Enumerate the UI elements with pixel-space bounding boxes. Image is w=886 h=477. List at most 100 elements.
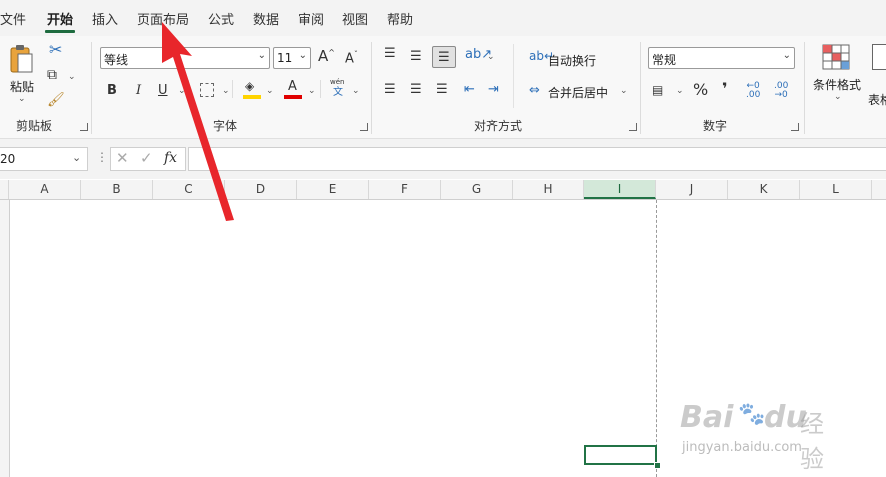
- paste-label[interactable]: 粘贴: [10, 78, 34, 95]
- increase-decimal-icon[interactable]: ←0.00: [746, 82, 760, 100]
- decrease-decimal-icon[interactable]: .00 →0: [774, 82, 788, 100]
- name-box-dropdown-icon[interactable]: ⌄: [72, 151, 81, 164]
- underline-dropdown-icon[interactable]: ⌄: [178, 86, 186, 96]
- decrease-indent-icon[interactable]: ⇤: [464, 83, 475, 96]
- accounting-format-icon[interactable]: ▤: [652, 84, 663, 96]
- menu-review[interactable]: 审阅: [298, 9, 324, 28]
- menu-view[interactable]: 视图: [342, 9, 368, 28]
- copy-dropdown-icon[interactable]: ⌄: [68, 72, 76, 82]
- formula-bar-grip-icon[interactable]: ⋮: [96, 150, 108, 164]
- formula-input[interactable]: [188, 147, 886, 171]
- column-header-row: ABCDEFGHIJKL: [0, 180, 886, 200]
- merge-center-button[interactable]: 合并后居中: [548, 84, 608, 101]
- column-header-a[interactable]: A: [9, 180, 81, 199]
- column-header-f[interactable]: F: [369, 180, 441, 199]
- underline-button[interactable]: U: [158, 84, 168, 97]
- merge-dropdown-icon[interactable]: ⌄: [620, 86, 628, 96]
- select-all-corner[interactable]: [0, 180, 9, 199]
- increase-font-icon[interactable]: A^: [318, 49, 335, 64]
- align-right-icon[interactable]: ☰: [436, 83, 448, 96]
- conditional-formatting-icon[interactable]: [822, 44, 850, 70]
- alignment-launcher-icon[interactable]: [629, 123, 637, 131]
- column-header-g[interactable]: G: [441, 180, 513, 199]
- fill-handle[interactable]: [654, 462, 661, 469]
- format-painter-icon[interactable]: 🖌: [47, 93, 65, 107]
- ribbon-separator: [804, 42, 805, 134]
- column-header-i[interactable]: I: [584, 180, 656, 199]
- align-middle-icon[interactable]: ☰: [410, 50, 422, 63]
- cut-icon[interactable]: ✂: [49, 42, 62, 58]
- number-format-select[interactable]: 常规 ⌄: [648, 47, 795, 69]
- column-header-j[interactable]: J: [656, 180, 728, 199]
- menu-page-layout[interactable]: 页面布局: [137, 9, 189, 28]
- watermark-url: jingyan.baidu.com: [682, 440, 802, 455]
- fill-color-icon[interactable]: ◈: [243, 80, 261, 100]
- clipboard-group-label: 剪贴板: [16, 119, 53, 133]
- paste-dropdown-icon[interactable]: ⌄: [18, 94, 26, 104]
- column-header-d[interactable]: D: [225, 180, 297, 199]
- comma-style-button[interactable]: ❜: [722, 81, 728, 97]
- number-group-label: 数字: [703, 119, 728, 133]
- column-header-l[interactable]: L: [800, 180, 872, 199]
- selected-cell[interactable]: [584, 445, 657, 465]
- merge-center-icon[interactable]: ⇔: [529, 84, 540, 97]
- clipboard-launcher-icon[interactable]: [80, 123, 88, 131]
- align-top-icon[interactable]: ☰: [384, 47, 396, 60]
- menu-home[interactable]: 开始: [47, 9, 73, 28]
- menu-insert[interactable]: 插入: [92, 9, 118, 28]
- italic-button[interactable]: I: [136, 84, 141, 97]
- ribbon: 粘贴 ⌄ ✂ ⧉ ⌄ 🖌 剪贴板 等线 ⌄ 11 ⌄ A^ Aˇ B I U ⌄ ⌄…: [0, 36, 886, 139]
- conditional-formatting-button[interactable]: 条件格式: [813, 76, 861, 93]
- cancel-icon[interactable]: ✕: [116, 149, 129, 167]
- format-as-table-button[interactable]: 表格: [868, 91, 886, 108]
- conditional-formatting-dropdown-icon[interactable]: ⌄: [834, 92, 842, 102]
- accounting-dropdown-icon[interactable]: ⌄: [676, 86, 684, 96]
- borders-dropdown-icon[interactable]: ⌄: [222, 86, 230, 96]
- alignment-group-label: 对齐方式: [474, 119, 523, 133]
- ribbon-separator: [188, 80, 189, 98]
- menu-file[interactable]: 文件: [0, 9, 26, 28]
- format-as-table-icon[interactable]: [872, 44, 886, 70]
- font-color-dropdown-icon[interactable]: ⌄: [308, 86, 316, 96]
- menu-help[interactable]: 帮助: [387, 9, 413, 28]
- font-launcher-icon[interactable]: [360, 123, 368, 131]
- align-center-icon[interactable]: ☰: [410, 83, 422, 96]
- number-launcher-icon[interactable]: [791, 123, 799, 131]
- align-bottom-button[interactable]: ☰: [432, 46, 456, 68]
- orientation-dropdown-icon[interactable]: ⌄: [487, 52, 495, 62]
- font-name-select[interactable]: 等线 ⌄: [100, 47, 270, 69]
- increase-indent-icon[interactable]: ⇥: [488, 83, 499, 96]
- menu-bar: 文件 开始 插入 页面布局 公式 数据 审阅 视图 帮助: [0, 0, 886, 36]
- borders-icon[interactable]: [200, 83, 214, 97]
- phonetic-guide-icon[interactable]: 文: [333, 88, 343, 98]
- ribbon-separator: [640, 42, 641, 134]
- watermark-brand: Bai: [680, 400, 734, 435]
- phonetic-dropdown-icon[interactable]: ⌄: [352, 86, 360, 96]
- column-header-c[interactable]: C: [153, 180, 225, 199]
- copy-icon[interactable]: ⧉: [47, 68, 57, 82]
- ribbon-separator: [513, 44, 514, 108]
- decrease-font-icon[interactable]: Aˇ: [345, 51, 358, 66]
- menu-formulas[interactable]: 公式: [208, 9, 234, 28]
- enter-icon[interactable]: ✓: [140, 149, 153, 167]
- baidu-jingyan-watermark: Bai 🐾 du 经验 jingyan.baidu.com: [676, 398, 846, 473]
- ribbon-separator: [320, 80, 321, 98]
- font-size-select[interactable]: 11 ⌄: [273, 47, 311, 69]
- align-left-icon[interactable]: ☰: [384, 83, 396, 96]
- ribbon-separator: [371, 42, 372, 134]
- formula-buttons: ✕ ✓ fx: [110, 147, 186, 171]
- page-break-line: [656, 200, 657, 477]
- menu-data[interactable]: 数据: [253, 9, 279, 28]
- percent-button[interactable]: %: [693, 82, 708, 98]
- column-header-h[interactable]: H: [513, 180, 584, 199]
- font-color-icon[interactable]: A: [284, 80, 302, 100]
- insert-function-icon[interactable]: fx: [164, 150, 177, 166]
- name-box[interactable]: 20 ⌄: [0, 147, 88, 171]
- column-header-k[interactable]: K: [728, 180, 800, 199]
- column-header-e[interactable]: E: [297, 180, 369, 199]
- wrap-text-button[interactable]: 自动换行: [548, 52, 596, 69]
- column-header-b[interactable]: B: [81, 180, 153, 199]
- bold-button[interactable]: B: [107, 84, 117, 97]
- fill-color-dropdown-icon[interactable]: ⌄: [266, 86, 274, 96]
- paste-icon[interactable]: [8, 44, 34, 76]
